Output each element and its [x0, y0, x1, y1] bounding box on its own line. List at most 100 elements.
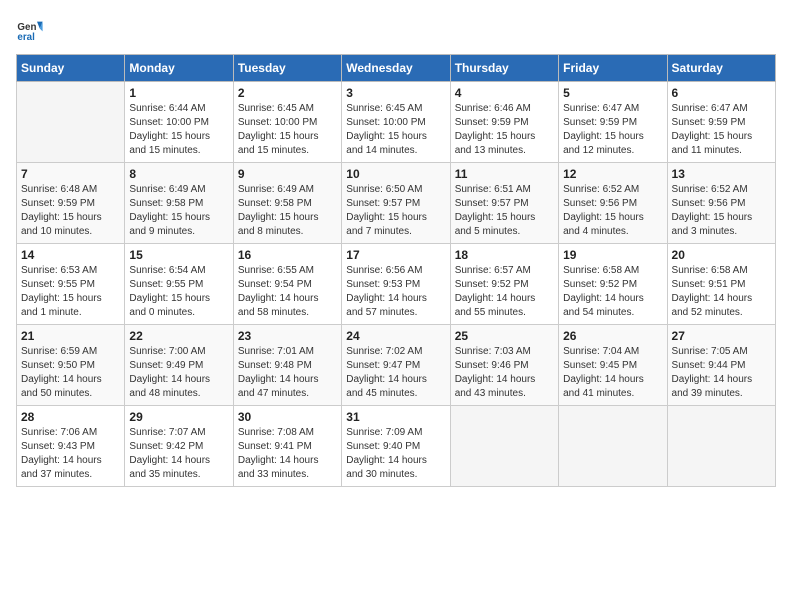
day-info: Sunrise: 6:49 AM Sunset: 9:58 PM Dayligh… [238, 183, 337, 239]
day-info: Sunrise: 6:55 AM Sunset: 9:54 PM Dayligh… [238, 264, 337, 320]
calendar-cell: 10 Sunrise: 6:50 AM Sunset: 9:57 PM Dayli… [342, 163, 450, 244]
day-number: 24 [346, 329, 445, 343]
calendar-cell [17, 82, 125, 163]
day-number: 6 [672, 86, 771, 100]
calendar-cell: 25 Sunrise: 7:03 AM Sunset: 9:46 PM Dayli… [450, 325, 558, 406]
day-info: Sunrise: 7:02 AM Sunset: 9:47 PM Dayligh… [346, 345, 445, 401]
day-number: 9 [238, 167, 337, 181]
calendar-table: SundayMondayTuesdayWednesdayThursdayFrid… [16, 54, 776, 487]
day-number: 28 [21, 410, 120, 424]
day-number: 27 [672, 329, 771, 343]
day-info: Sunrise: 6:47 AM Sunset: 9:59 PM Dayligh… [672, 102, 771, 158]
calendar-cell: 24 Sunrise: 7:02 AM Sunset: 9:47 PM Dayli… [342, 325, 450, 406]
day-info: Sunrise: 6:49 AM Sunset: 9:58 PM Dayligh… [129, 183, 228, 239]
calendar-cell: 14Sunrise: 6:53 AM Sunset: 9:55 PM Dayli… [17, 244, 125, 325]
day-info: Sunrise: 6:57 AM Sunset: 9:52 PM Dayligh… [455, 264, 554, 320]
day-number: 20 [672, 248, 771, 262]
calendar-header-row: SundayMondayTuesdayWednesdayThursdayFrid… [17, 55, 776, 82]
day-info: Sunrise: 7:03 AM Sunset: 9:46 PM Dayligh… [455, 345, 554, 401]
day-number: 1 [129, 86, 228, 100]
day-info: Sunrise: 7:01 AM Sunset: 9:48 PM Dayligh… [238, 345, 337, 401]
day-info: Sunrise: 7:04 AM Sunset: 9:45 PM Dayligh… [563, 345, 662, 401]
calendar-week-row: 28Sunrise: 7:06 AM Sunset: 9:43 PM Dayli… [17, 406, 776, 487]
calendar-cell: 11 Sunrise: 6:51 AM Sunset: 9:57 PM Dayli… [450, 163, 558, 244]
calendar-cell: 18 Sunrise: 6:57 AM Sunset: 9:52 PM Dayli… [450, 244, 558, 325]
day-info: Sunrise: 6:52 AM Sunset: 9:56 PM Dayligh… [563, 183, 662, 239]
calendar-cell: 16 Sunrise: 6:55 AM Sunset: 9:54 PM Dayli… [233, 244, 341, 325]
calendar-cell [559, 406, 667, 487]
calendar-cell: 20 Sunrise: 6:58 AM Sunset: 9:51 PM Dayli… [667, 244, 775, 325]
day-number: 4 [455, 86, 554, 100]
day-number: 16 [238, 248, 337, 262]
page-header: Gen eral [16, 16, 776, 44]
day-info: Sunrise: 6:58 AM Sunset: 9:51 PM Dayligh… [672, 264, 771, 320]
day-number: 18 [455, 248, 554, 262]
day-number: 3 [346, 86, 445, 100]
calendar-cell [667, 406, 775, 487]
calendar-week-row: 1 Sunrise: 6:44 AM Sunset: 10:00 PM Dayli… [17, 82, 776, 163]
day-number: 11 [455, 167, 554, 181]
day-number: 25 [455, 329, 554, 343]
day-number: 14 [21, 248, 120, 262]
day-info: Sunrise: 6:51 AM Sunset: 9:57 PM Dayligh… [455, 183, 554, 239]
calendar-cell: 7 Sunrise: 6:48 AM Sunset: 9:59 PM Daylig… [17, 163, 125, 244]
column-header-wednesday: Wednesday [342, 55, 450, 82]
calendar-cell: 30Sunrise: 7:08 AM Sunset: 9:41 PM Dayli… [233, 406, 341, 487]
calendar-cell: 9 Sunrise: 6:49 AM Sunset: 9:58 PM Daylig… [233, 163, 341, 244]
calendar-cell: 27 Sunrise: 7:05 AM Sunset: 9:44 PM Dayli… [667, 325, 775, 406]
day-info: Sunrise: 6:45 AM Sunset: 10:00 PM Daylig… [238, 102, 337, 158]
column-header-thursday: Thursday [450, 55, 558, 82]
day-number: 29 [129, 410, 228, 424]
day-info: Sunrise: 6:58 AM Sunset: 9:52 PM Dayligh… [563, 264, 662, 320]
calendar-cell: 29 Sunrise: 7:07 AM Sunset: 9:42 PM Dayli… [125, 406, 233, 487]
day-info: Sunrise: 6:46 AM Sunset: 9:59 PM Dayligh… [455, 102, 554, 158]
day-info: Sunrise: 6:54 AM Sunset: 9:55 PM Dayligh… [129, 264, 228, 320]
calendar-cell: 21Sunrise: 6:59 AM Sunset: 9:50 PM Dayli… [17, 325, 125, 406]
calendar-cell: 17 Sunrise: 6:56 AM Sunset: 9:53 PM Dayli… [342, 244, 450, 325]
calendar-cell: 4 Sunrise: 6:46 AM Sunset: 9:59 PM Daylig… [450, 82, 558, 163]
day-info: Sunrise: 6:45 AM Sunset: 10:00 PM Daylig… [346, 102, 445, 158]
day-info: Sunrise: 7:05 AM Sunset: 9:44 PM Dayligh… [672, 345, 771, 401]
day-number: 15 [129, 248, 228, 262]
calendar-cell: 22Sunrise: 7:00 AM Sunset: 9:49 PM Dayli… [125, 325, 233, 406]
calendar-cell: 23 Sunrise: 7:01 AM Sunset: 9:48 PM Dayli… [233, 325, 341, 406]
day-number: 5 [563, 86, 662, 100]
day-number: 23 [238, 329, 337, 343]
day-info: Sunrise: 6:48 AM Sunset: 9:59 PM Dayligh… [21, 183, 120, 239]
calendar-cell: 13Sunrise: 6:52 AM Sunset: 9:56 PM Dayli… [667, 163, 775, 244]
calendar-cell: 12 Sunrise: 6:52 AM Sunset: 9:56 PM Dayli… [559, 163, 667, 244]
calendar-cell: 15 Sunrise: 6:54 AM Sunset: 9:55 PM Dayli… [125, 244, 233, 325]
day-info: Sunrise: 7:07 AM Sunset: 9:42 PM Dayligh… [129, 426, 228, 482]
calendar-cell: 1 Sunrise: 6:44 AM Sunset: 10:00 PM Dayli… [125, 82, 233, 163]
calendar-week-row: 21Sunrise: 6:59 AM Sunset: 9:50 PM Dayli… [17, 325, 776, 406]
day-number: 8 [129, 167, 228, 181]
day-info: Sunrise: 6:56 AM Sunset: 9:53 PM Dayligh… [346, 264, 445, 320]
day-info: Sunrise: 6:44 AM Sunset: 10:00 PM Daylig… [129, 102, 228, 158]
day-number: 22 [129, 329, 228, 343]
column-header-saturday: Saturday [667, 55, 775, 82]
logo-icon: Gen eral [16, 16, 44, 44]
calendar-cell: 26Sunrise: 7:04 AM Sunset: 9:45 PM Dayli… [559, 325, 667, 406]
calendar-week-row: 14Sunrise: 6:53 AM Sunset: 9:55 PM Dayli… [17, 244, 776, 325]
day-number: 21 [21, 329, 120, 343]
day-info: Sunrise: 6:50 AM Sunset: 9:57 PM Dayligh… [346, 183, 445, 239]
calendar-week-row: 7 Sunrise: 6:48 AM Sunset: 9:59 PM Daylig… [17, 163, 776, 244]
day-number: 12 [563, 167, 662, 181]
day-number: 13 [672, 167, 771, 181]
calendar-cell: 3 Sunrise: 6:45 AM Sunset: 10:00 PM Dayli… [342, 82, 450, 163]
calendar-cell: 28Sunrise: 7:06 AM Sunset: 9:43 PM Dayli… [17, 406, 125, 487]
calendar-cell: 6 Sunrise: 6:47 AM Sunset: 9:59 PM Daylig… [667, 82, 775, 163]
calendar-cell: 5Sunrise: 6:47 AM Sunset: 9:59 PM Daylig… [559, 82, 667, 163]
day-number: 2 [238, 86, 337, 100]
day-number: 7 [21, 167, 120, 181]
day-number: 17 [346, 248, 445, 262]
day-info: Sunrise: 7:08 AM Sunset: 9:41 PM Dayligh… [238, 426, 337, 482]
calendar-cell: 8 Sunrise: 6:49 AM Sunset: 9:58 PM Daylig… [125, 163, 233, 244]
day-number: 19 [563, 248, 662, 262]
calendar-cell: 2 Sunrise: 6:45 AM Sunset: 10:00 PM Dayli… [233, 82, 341, 163]
day-number: 31 [346, 410, 445, 424]
column-header-monday: Monday [125, 55, 233, 82]
column-header-tuesday: Tuesday [233, 55, 341, 82]
day-number: 10 [346, 167, 445, 181]
column-header-friday: Friday [559, 55, 667, 82]
